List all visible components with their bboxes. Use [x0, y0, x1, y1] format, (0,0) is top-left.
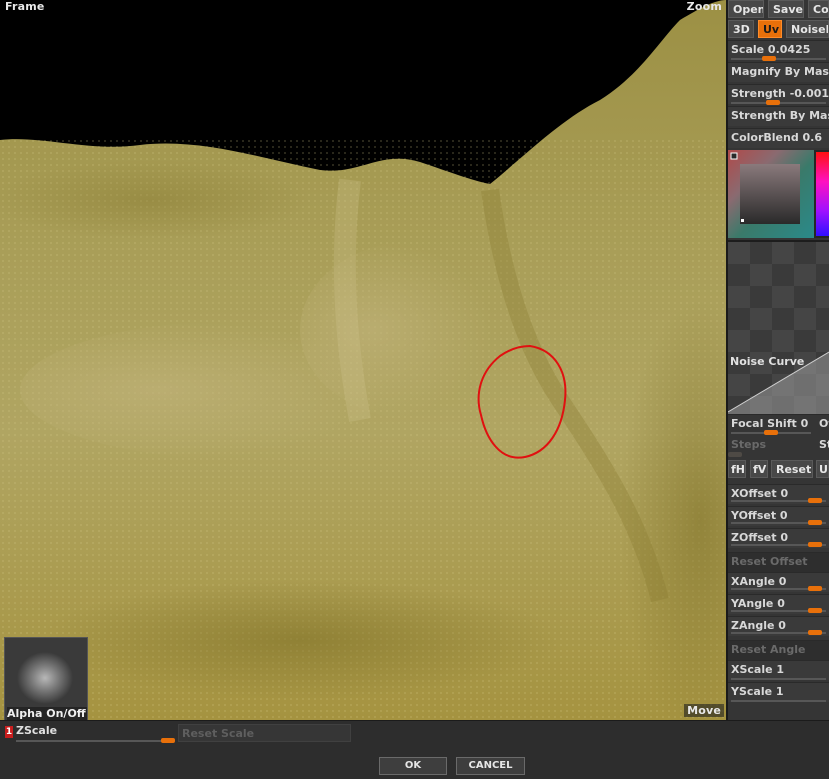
reset-offset-button[interactable]: Reset Offset — [728, 552, 829, 572]
color-picker[interactable] — [728, 150, 829, 238]
zangle-label: ZAngle 0 — [731, 619, 786, 632]
yoffset-label: YOffset 0 — [731, 509, 788, 522]
noise-curve-editor[interactable]: Noise Curve — [728, 240, 829, 414]
zscale-label: ZScale — [16, 724, 58, 737]
move-button[interactable]: Move — [684, 704, 724, 717]
main-color-swatch — [730, 152, 738, 160]
focal-other-label: Of — [819, 417, 829, 430]
save-button[interactable]: Save — [768, 0, 804, 18]
noise-curve-graph — [728, 351, 829, 414]
zoffset-handle[interactable] — [808, 542, 822, 547]
xangle-handle[interactable] — [808, 586, 822, 591]
alpha-toggle-label[interactable]: Alpha On/Off — [7, 707, 87, 720]
reset-offset-label: Reset Offset — [731, 555, 808, 568]
co-button[interactable]: Co — [808, 0, 829, 18]
focal-shift-slider[interactable]: Focal Shift 0 — [728, 414, 829, 434]
xangle-label: XAngle 0 — [731, 575, 787, 588]
magnify-by-mask-slider[interactable]: Magnify By Mask — [728, 62, 829, 82]
reset-scale-button[interactable]: Reset Scale — [178, 724, 351, 742]
zoffset-label: ZOffset 0 — [731, 531, 788, 544]
yangle-handle[interactable] — [808, 608, 822, 613]
cancel-button[interactable]: CANCEL — [456, 757, 525, 775]
strength-label: Strength -0.0017 — [731, 87, 829, 100]
zoom-button[interactable]: Zoom — [687, 0, 722, 13]
steps-other-label: St — [819, 438, 829, 451]
scale-track — [731, 58, 826, 60]
noise-curve-label: Noise Curve — [730, 355, 805, 368]
scale-label: Scale 0.0425 — [731, 43, 811, 56]
undo-curve-button[interactable]: Un — [816, 460, 829, 478]
xscale-slider[interactable]: XScale 1 — [728, 660, 829, 680]
focal-shift-label: Focal Shift 0 — [731, 417, 809, 430]
zscale-handle[interactable] — [161, 738, 175, 743]
yscale-track — [731, 700, 826, 702]
noise-panel: Open Save Co 3D Uv NoisePl Scale 0.0425 … — [728, 0, 829, 720]
steps-handle[interactable] — [728, 452, 742, 457]
xoffset-label: XOffset 0 — [731, 487, 789, 500]
colorblend-label: ColorBlend 0.6 — [731, 131, 823, 144]
sculpt-surface — [0, 0, 726, 720]
reset-angle-button[interactable]: Reset Angle — [728, 640, 829, 660]
strength-by-mask-slider[interactable]: Strength By Mas — [728, 106, 829, 126]
yangle-label: YAngle 0 — [731, 597, 785, 610]
strength-by-mask-label: Strength By Mas — [731, 109, 829, 122]
color-cursor — [741, 219, 744, 222]
reset-angle-label: Reset Angle — [731, 643, 806, 656]
3d-viewport[interactable]: Frame Zoom Move Alpha On/Off — [0, 0, 728, 720]
bottom-bar: 1 ZScale Reset Scale OK CANCEL — [0, 720, 829, 779]
zscale-index-badge: 1 — [5, 726, 13, 738]
alpha-thumbnail[interactable]: Alpha On/Off — [4, 637, 88, 720]
xoffset-handle[interactable] — [808, 498, 822, 503]
flip-v-button[interactable]: fV — [750, 460, 768, 478]
magnify-label: Magnify By Mask — [731, 65, 829, 78]
xscale-label: XScale 1 — [731, 663, 785, 676]
zscale-track — [16, 740, 174, 742]
ok-button[interactable]: OK — [379, 757, 447, 775]
flip-h-button[interactable]: fH — [728, 460, 746, 478]
yscale-label: YScale 1 — [731, 685, 784, 698]
scale-handle[interactable] — [762, 56, 776, 61]
xscale-track — [731, 678, 826, 680]
frame-button[interactable]: Frame — [5, 0, 45, 13]
zangle-handle[interactable] — [808, 630, 822, 635]
yscale-slider[interactable]: YScale 1 — [728, 682, 829, 702]
steps-label: Steps — [731, 438, 767, 451]
color-picker-graphic — [728, 150, 829, 238]
open-button[interactable]: Open — [728, 0, 764, 18]
mode-3d-button[interactable]: 3D — [728, 20, 754, 38]
reset-curve-button[interactable]: Reset — [771, 460, 813, 478]
colorblend-slider[interactable]: ColorBlend 0.6 — [728, 128, 829, 148]
strength-handle[interactable] — [766, 100, 780, 105]
focal-shift-handle[interactable] — [764, 430, 778, 435]
mode-uv-button[interactable]: Uv — [758, 20, 782, 38]
steps-slider[interactable]: Steps — [728, 436, 829, 456]
scale-slider[interactable]: Scale 0.0425 — [728, 40, 829, 60]
yoffset-handle[interactable] — [808, 520, 822, 525]
noiseplug-button[interactable]: NoisePl — [786, 20, 829, 38]
